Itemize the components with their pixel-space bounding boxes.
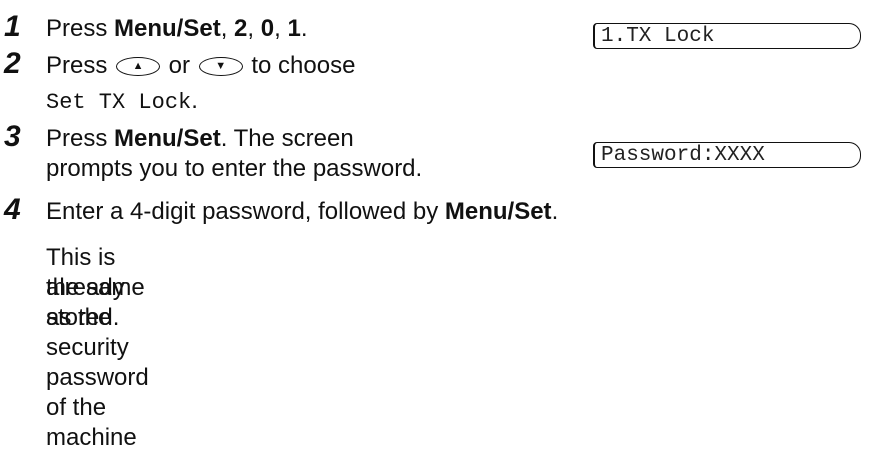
lcd-display: 1.TX Lock [593,23,861,49]
up-arrow-key-icon: ▲ [116,57,161,77]
digit-2: 2 [234,15,248,42]
menu-option: Set TX Lock [46,90,192,115]
step-text: Press Menu/Set, 2, 0, 1. [46,15,308,42]
step-text: Enter a 4-digit password, followed by Me… [46,198,559,225]
step-option: Set TX Lock. [46,87,198,115]
step-number: 2 [4,47,21,80]
down-arrow-key-icon: ▼ [198,57,243,77]
step-number: 1 [4,10,21,43]
menu-set-key: Menu/Set [444,198,552,225]
step-number: 3 [4,120,21,153]
lcd-display: Password:XXXX [593,142,861,168]
digit-1: 1 [287,15,301,42]
note-line-2: already stored. [46,274,125,331]
menu-set-key: Menu/Set [114,15,221,42]
step-text: Press ▲ or ▼ to choose [46,52,356,79]
step-number: 4 [4,193,21,226]
digit-0: 0 [260,15,275,42]
step-text: Press Menu/Set. The screen [46,125,354,152]
step-text-line2: prompts you to enter the password. [46,155,423,182]
menu-set-key: Menu/Set [114,125,221,152]
